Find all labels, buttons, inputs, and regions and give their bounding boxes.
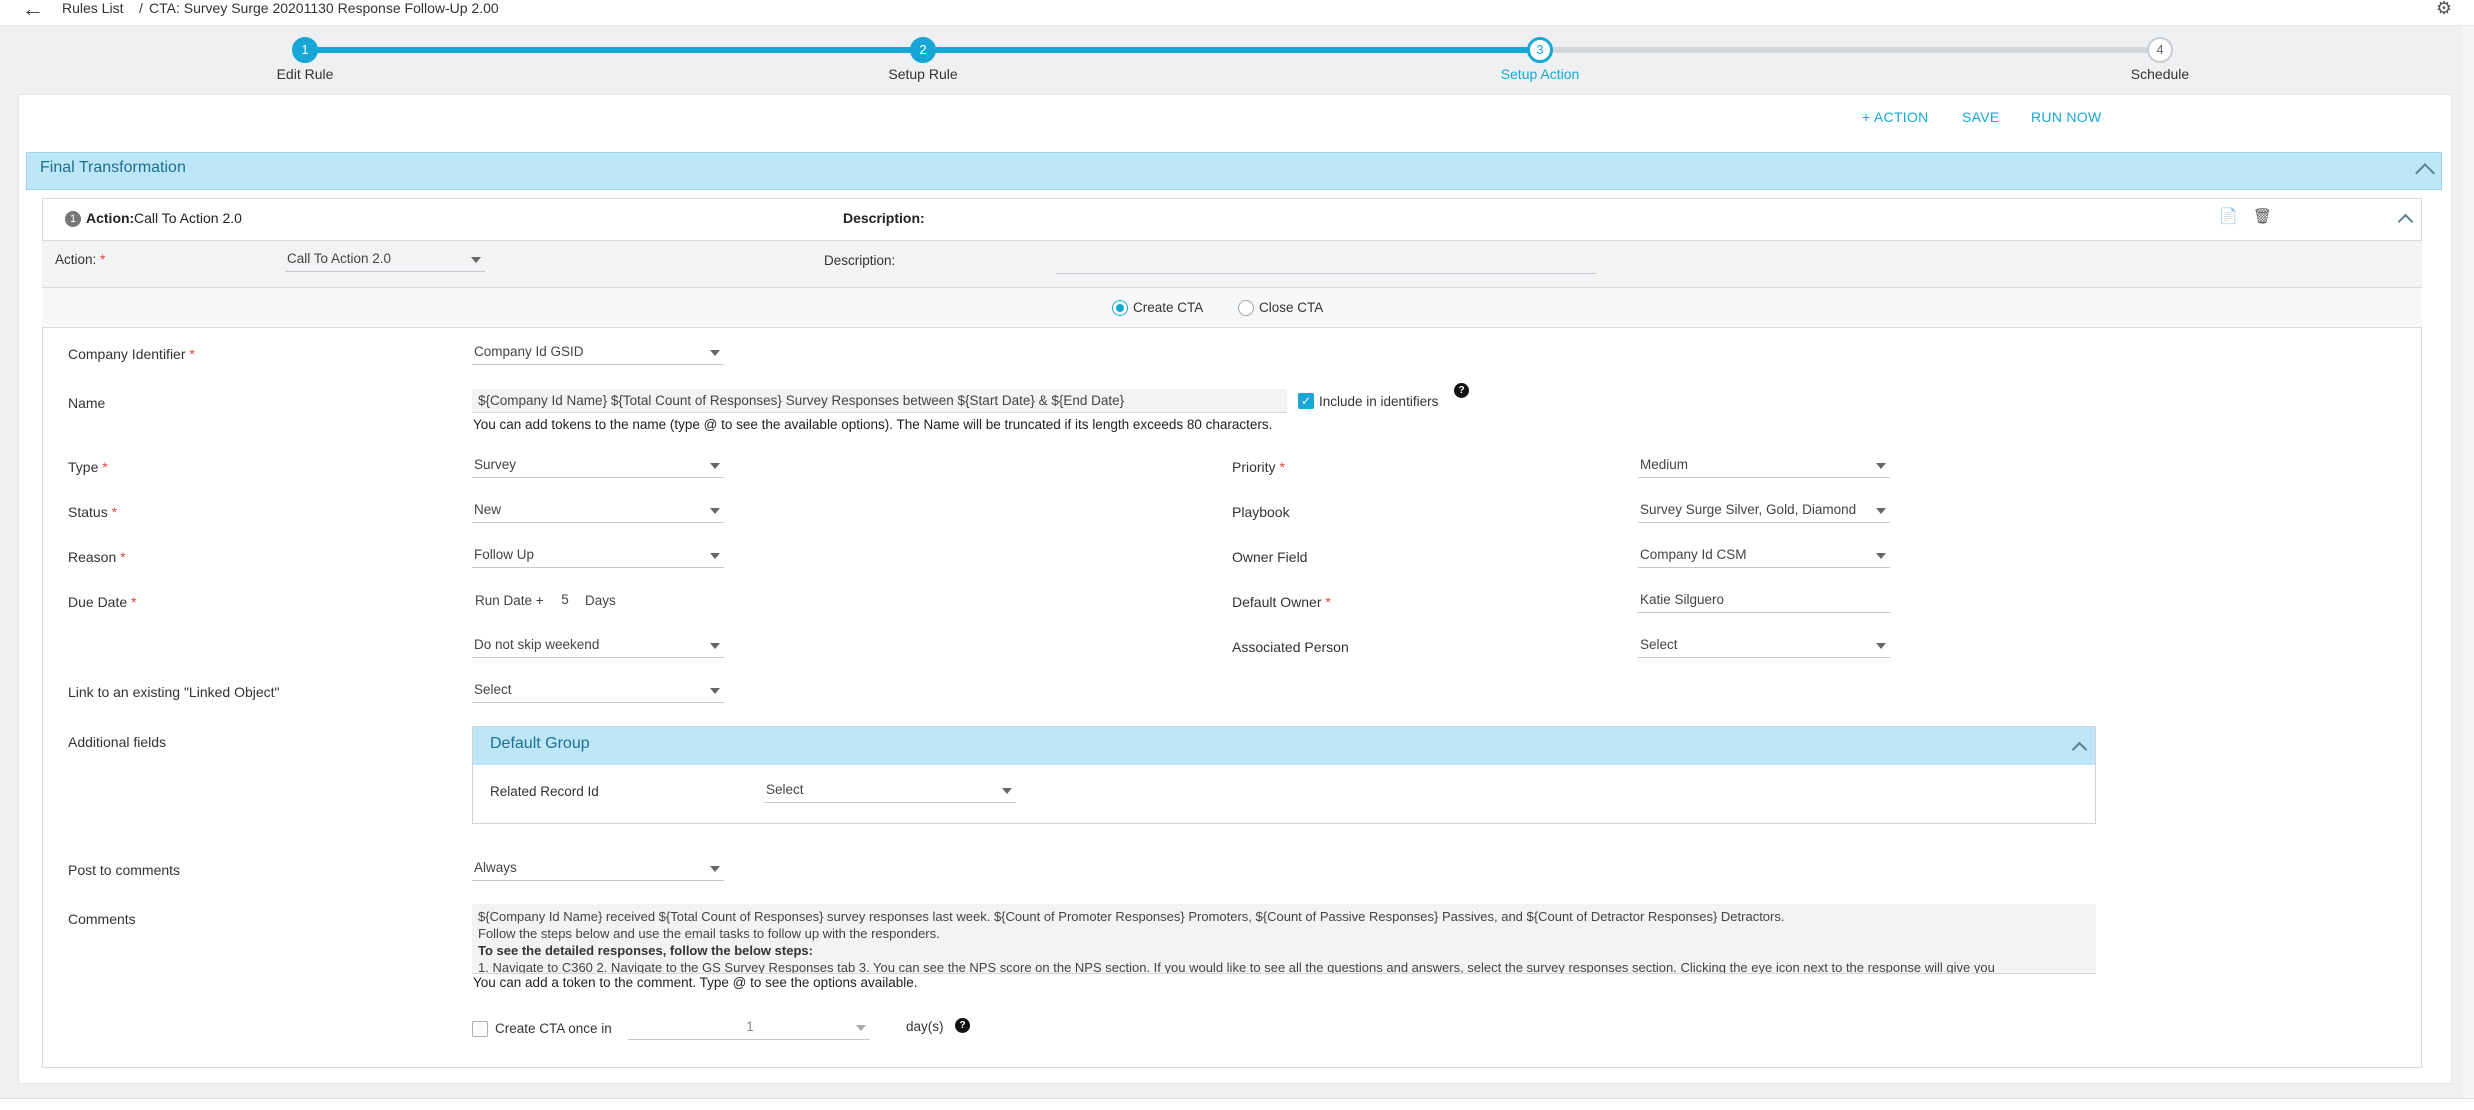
action-header-label: Action: <box>86 210 135 226</box>
include-identifiers-label[interactable]: Include in identifiers <box>1319 394 1438 409</box>
final-transformation-header[interactable] <box>26 152 2442 190</box>
help-icon[interactable]: ? <box>1454 383 1469 398</box>
associated-person-select[interactable]: Select <box>1638 634 1890 658</box>
step-4-circle[interactable]: 4 <box>2147 37 2173 63</box>
linked-object-select[interactable]: Select <box>472 679 724 703</box>
create-once-checkbox[interactable] <box>472 1021 488 1037</box>
comments-line-2: Follow the steps below and use the email… <box>478 926 940 941</box>
related-record-label: Related Record Id <box>490 784 599 799</box>
action-type-label: Action: * <box>55 252 106 267</box>
scrollbar[interactable] <box>2462 26 2474 1110</box>
status-label: Status * <box>68 504 118 520</box>
default-owner-label: Default Owner * <box>1232 594 1331 610</box>
bottom-edge <box>0 1098 2474 1110</box>
comments-label: Comments <box>68 911 136 927</box>
create-once-help-icon[interactable]: ? <box>955 1018 970 1033</box>
close-cta-label[interactable]: Close CTA <box>1259 300 1323 315</box>
type-select[interactable]: Survey <box>472 454 724 478</box>
step-1-label[interactable]: Edit Rule <box>205 66 405 82</box>
step-4-label[interactable]: Schedule <box>2060 66 2260 82</box>
breadcrumb-root[interactable]: Rules List <box>62 0 123 16</box>
create-cta-label[interactable]: Create CTA <box>1133 300 1203 315</box>
comments-line-4: 1. Navigate to C360 2. Navigate to the G… <box>478 960 1995 974</box>
trash-icon[interactable]: 🗑 <box>2253 207 2272 225</box>
copy-icon[interactable]: 📄 <box>2219 207 2238 225</box>
default-group-title: Default Group <box>490 735 590 752</box>
create-once-interval-select[interactable]: 1 <box>628 1016 870 1040</box>
run-now-button[interactable]: RUN NOW <box>2031 109 2102 125</box>
owner-field-select[interactable]: Company Id CSM <box>1638 544 1890 568</box>
cta-mode-row <box>42 288 2422 328</box>
back-arrow-icon[interactable]: ← <box>22 0 44 22</box>
type-label: Type * <box>68 459 108 475</box>
gear-icon[interactable]: ⚙ <box>2436 0 2452 19</box>
add-action-button[interactable]: + ACTION <box>1862 109 1929 125</box>
comments-line-1: ${Company Id Name} received ${Total Coun… <box>478 909 1785 924</box>
related-record-select[interactable]: Select <box>764 779 1016 803</box>
action-header-description-label: Description: <box>843 210 925 226</box>
comments-textarea[interactable]: ${Company Id Name} received ${Total Coun… <box>472 904 2096 974</box>
breadcrumb-current: CTA: Survey Surge 20201130 Response Foll… <box>149 0 499 16</box>
action-number-badge: 1 <box>65 211 81 227</box>
reason-select[interactable]: Follow Up <box>472 544 724 568</box>
reason-label: Reason * <box>68 549 126 565</box>
due-date-prefix: Run Date + <box>475 593 544 608</box>
company-identifier-label: Company Identifier * <box>68 346 195 362</box>
additional-fields-label: Additional fields <box>68 734 167 750</box>
company-identifier-select[interactable]: Company Id GSID <box>472 341 724 365</box>
priority-label: Priority * <box>1232 459 1285 475</box>
default-owner-input[interactable]: Katie Silguero <box>1638 589 1890 613</box>
step-2-circle[interactable]: 2 <box>910 37 936 63</box>
name-hint: You can add tokens to the name (type @ t… <box>473 417 1273 432</box>
playbook-label: Playbook <box>1232 504 1290 520</box>
name-input[interactable]: ${Company Id Name} ${Total Count of Resp… <box>472 389 1287 413</box>
linked-object-label: Link to an existing "Linked Object" <box>68 684 280 700</box>
breadcrumb-separator: / <box>139 0 143 16</box>
priority-select[interactable]: Medium <box>1638 454 1890 478</box>
create-once-label[interactable]: Create CTA once in <box>495 1021 612 1036</box>
due-date-days-input[interactable]: 5 <box>552 588 578 612</box>
save-button[interactable]: SAVE <box>1962 109 2000 125</box>
default-group-header[interactable] <box>473 727 2095 765</box>
step-3-circle[interactable]: 3 <box>1527 37 1553 63</box>
stepper-track-todo <box>1540 47 2160 53</box>
close-cta-radio[interactable] <box>1238 300 1254 316</box>
create-once-suffix: day(s) <box>906 1019 944 1034</box>
step-1-circle[interactable]: 1 <box>292 37 318 63</box>
action-type-select[interactable]: Call To Action 2.0 <box>285 248 485 272</box>
skip-weekend-select[interactable]: Do not skip weekend <box>472 634 724 658</box>
associated-person-label: Associated Person <box>1232 639 1349 655</box>
status-select[interactable]: New <box>472 499 724 523</box>
section-title: Final Transformation <box>40 159 186 176</box>
action-description-input[interactable] <box>1056 250 1596 274</box>
playbook-select[interactable]: Survey Surge Silver, Gold, Diamond <box>1638 499 1890 523</box>
step-3-label[interactable]: Setup Action <box>1440 66 1640 82</box>
action-header-value: Call To Action 2.0 <box>134 210 242 226</box>
due-date-suffix: Days <box>585 593 616 608</box>
post-to-comments-select[interactable]: Always <box>472 857 724 881</box>
comments-line-3: To see the detailed responses, follow th… <box>478 943 813 958</box>
create-cta-radio[interactable] <box>1112 300 1128 316</box>
comments-hint: You can add a token to the comment. Type… <box>473 975 918 990</box>
include-identifiers-checkbox[interactable]: ✓ <box>1298 393 1314 409</box>
name-label: Name <box>68 395 106 411</box>
post-to-comments-label: Post to comments <box>68 862 181 878</box>
due-date-label: Due Date * <box>68 594 137 610</box>
step-2-label[interactable]: Setup Rule <box>823 66 1023 82</box>
action-description-label: Description: <box>824 253 896 268</box>
owner-field-label: Owner Field <box>1232 549 1308 565</box>
